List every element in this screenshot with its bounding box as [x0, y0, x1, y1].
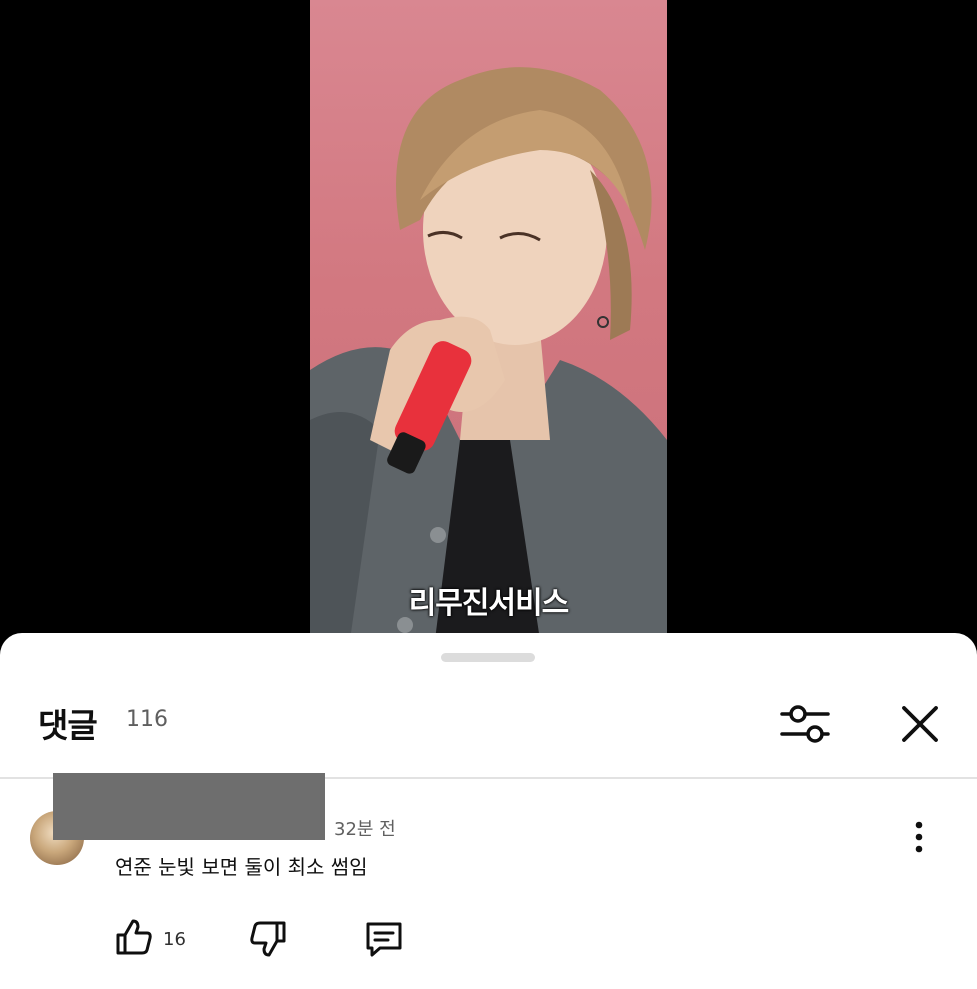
comments-title: 댓글 [38, 706, 98, 745]
screen: 리무진서비스 댓글 116 32분 전 연준 눈빛 보면 둘이 최소 썸임 16 [0, 0, 977, 989]
comment-actions: 16 [0, 915, 977, 965]
thumbs-down-icon [250, 921, 286, 957]
like-button[interactable] [112, 915, 156, 959]
comment-count: 116 [126, 707, 168, 732]
video-frame-image [310, 67, 667, 640]
thumbs-up-icon [116, 919, 152, 955]
comments-header: 댓글 116 [0, 693, 977, 749]
comment-more-button[interactable] [904, 817, 934, 857]
close-button[interactable] [898, 699, 942, 747]
dislike-button[interactable] [246, 917, 290, 961]
more-vertical-icon [915, 821, 923, 853]
close-icon [902, 706, 938, 742]
comment-text: 연준 눈빛 보면 둘이 최소 썸임 [115, 855, 368, 879]
comment-timestamp: 32분 전 [334, 819, 396, 840]
reply-icon [366, 922, 402, 957]
comment-item: 32분 전 연준 눈빛 보면 둘이 최소 썸임 16 [0, 773, 977, 989]
video-player[interactable]: 리무진서비스 [310, 0, 667, 640]
reply-button[interactable] [362, 917, 406, 961]
drag-handle[interactable] [441, 653, 535, 662]
comments-sheet: 댓글 116 32분 전 연준 눈빛 보면 둘이 최소 썸임 16 [0, 633, 977, 989]
video-watermark: 리무진서비스 [408, 586, 570, 621]
like-count: 16 [163, 929, 186, 950]
sliders-icon [780, 705, 830, 743]
redacted-username [53, 773, 325, 840]
filter-button[interactable] [778, 699, 834, 747]
